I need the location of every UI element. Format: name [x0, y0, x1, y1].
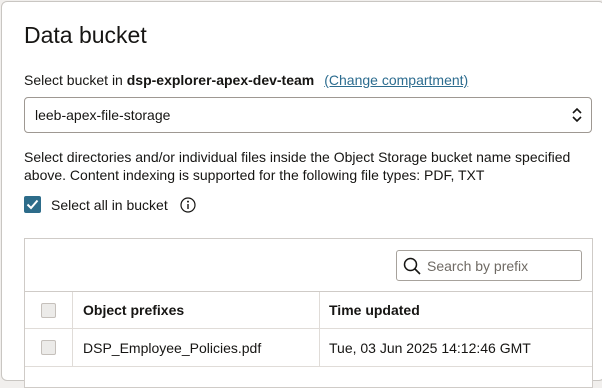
search-input[interactable]: Search by prefix	[396, 250, 582, 281]
change-compartment-link[interactable]: (Change compartment)	[324, 72, 468, 88]
checkmark-icon	[26, 199, 39, 210]
table-header-row: Object prefixes Time updated	[25, 292, 592, 329]
select-all-checkbox[interactable]	[24, 196, 41, 213]
object-name-cell: DSP_Employee_Policies.pdf	[73, 329, 320, 366]
table-row[interactable]: DSP_Employee_Policies.pdf Tue, 03 Jun 20…	[25, 329, 592, 367]
search-placeholder: Search by prefix	[427, 257, 529, 274]
search-icon	[403, 257, 421, 275]
time-updated-cell: Tue, 03 Jun 2025 14:12:46 GMT	[329, 339, 531, 356]
row-checkbox-cell	[25, 329, 73, 366]
select-all-rows-checkbox[interactable]	[41, 302, 56, 318]
panel-title: Data bucket	[24, 22, 147, 48]
row-checkbox[interactable]	[41, 340, 56, 355]
bucket-select[interactable]: leeb-apex-file-storage	[24, 97, 592, 133]
column-header-object-prefixes[interactable]: Object prefixes	[73, 292, 320, 328]
objects-table: Object prefixes Time updated DSP_Employe…	[25, 291, 592, 367]
column-header-time-updated[interactable]: Time updated	[320, 292, 592, 328]
bucket-select-value: leeb-apex-file-storage	[35, 107, 171, 123]
select-all-label: Select all in bucket	[51, 196, 168, 213]
header-checkbox-cell	[25, 292, 73, 328]
compartment-name: dsp-explorer-apex-dev-team	[126, 72, 315, 88]
bucket-compartment-line: Select bucket in dsp-explorer-apex-dev-t…	[24, 72, 468, 88]
info-icon[interactable]	[180, 196, 196, 213]
bucket-description: Select directories and/or individual fil…	[24, 149, 571, 183]
data-bucket-panel: Data bucket Select bucket in dsp-explore…	[1, 1, 602, 388]
chevron-up-down-icon	[572, 107, 582, 123]
objects-table-card: Search by prefix Object prefixes Time up…	[24, 238, 593, 388]
bucket-prefix-text: Select bucket in	[24, 72, 127, 88]
select-all-row: Select all in bucket	[24, 196, 196, 213]
